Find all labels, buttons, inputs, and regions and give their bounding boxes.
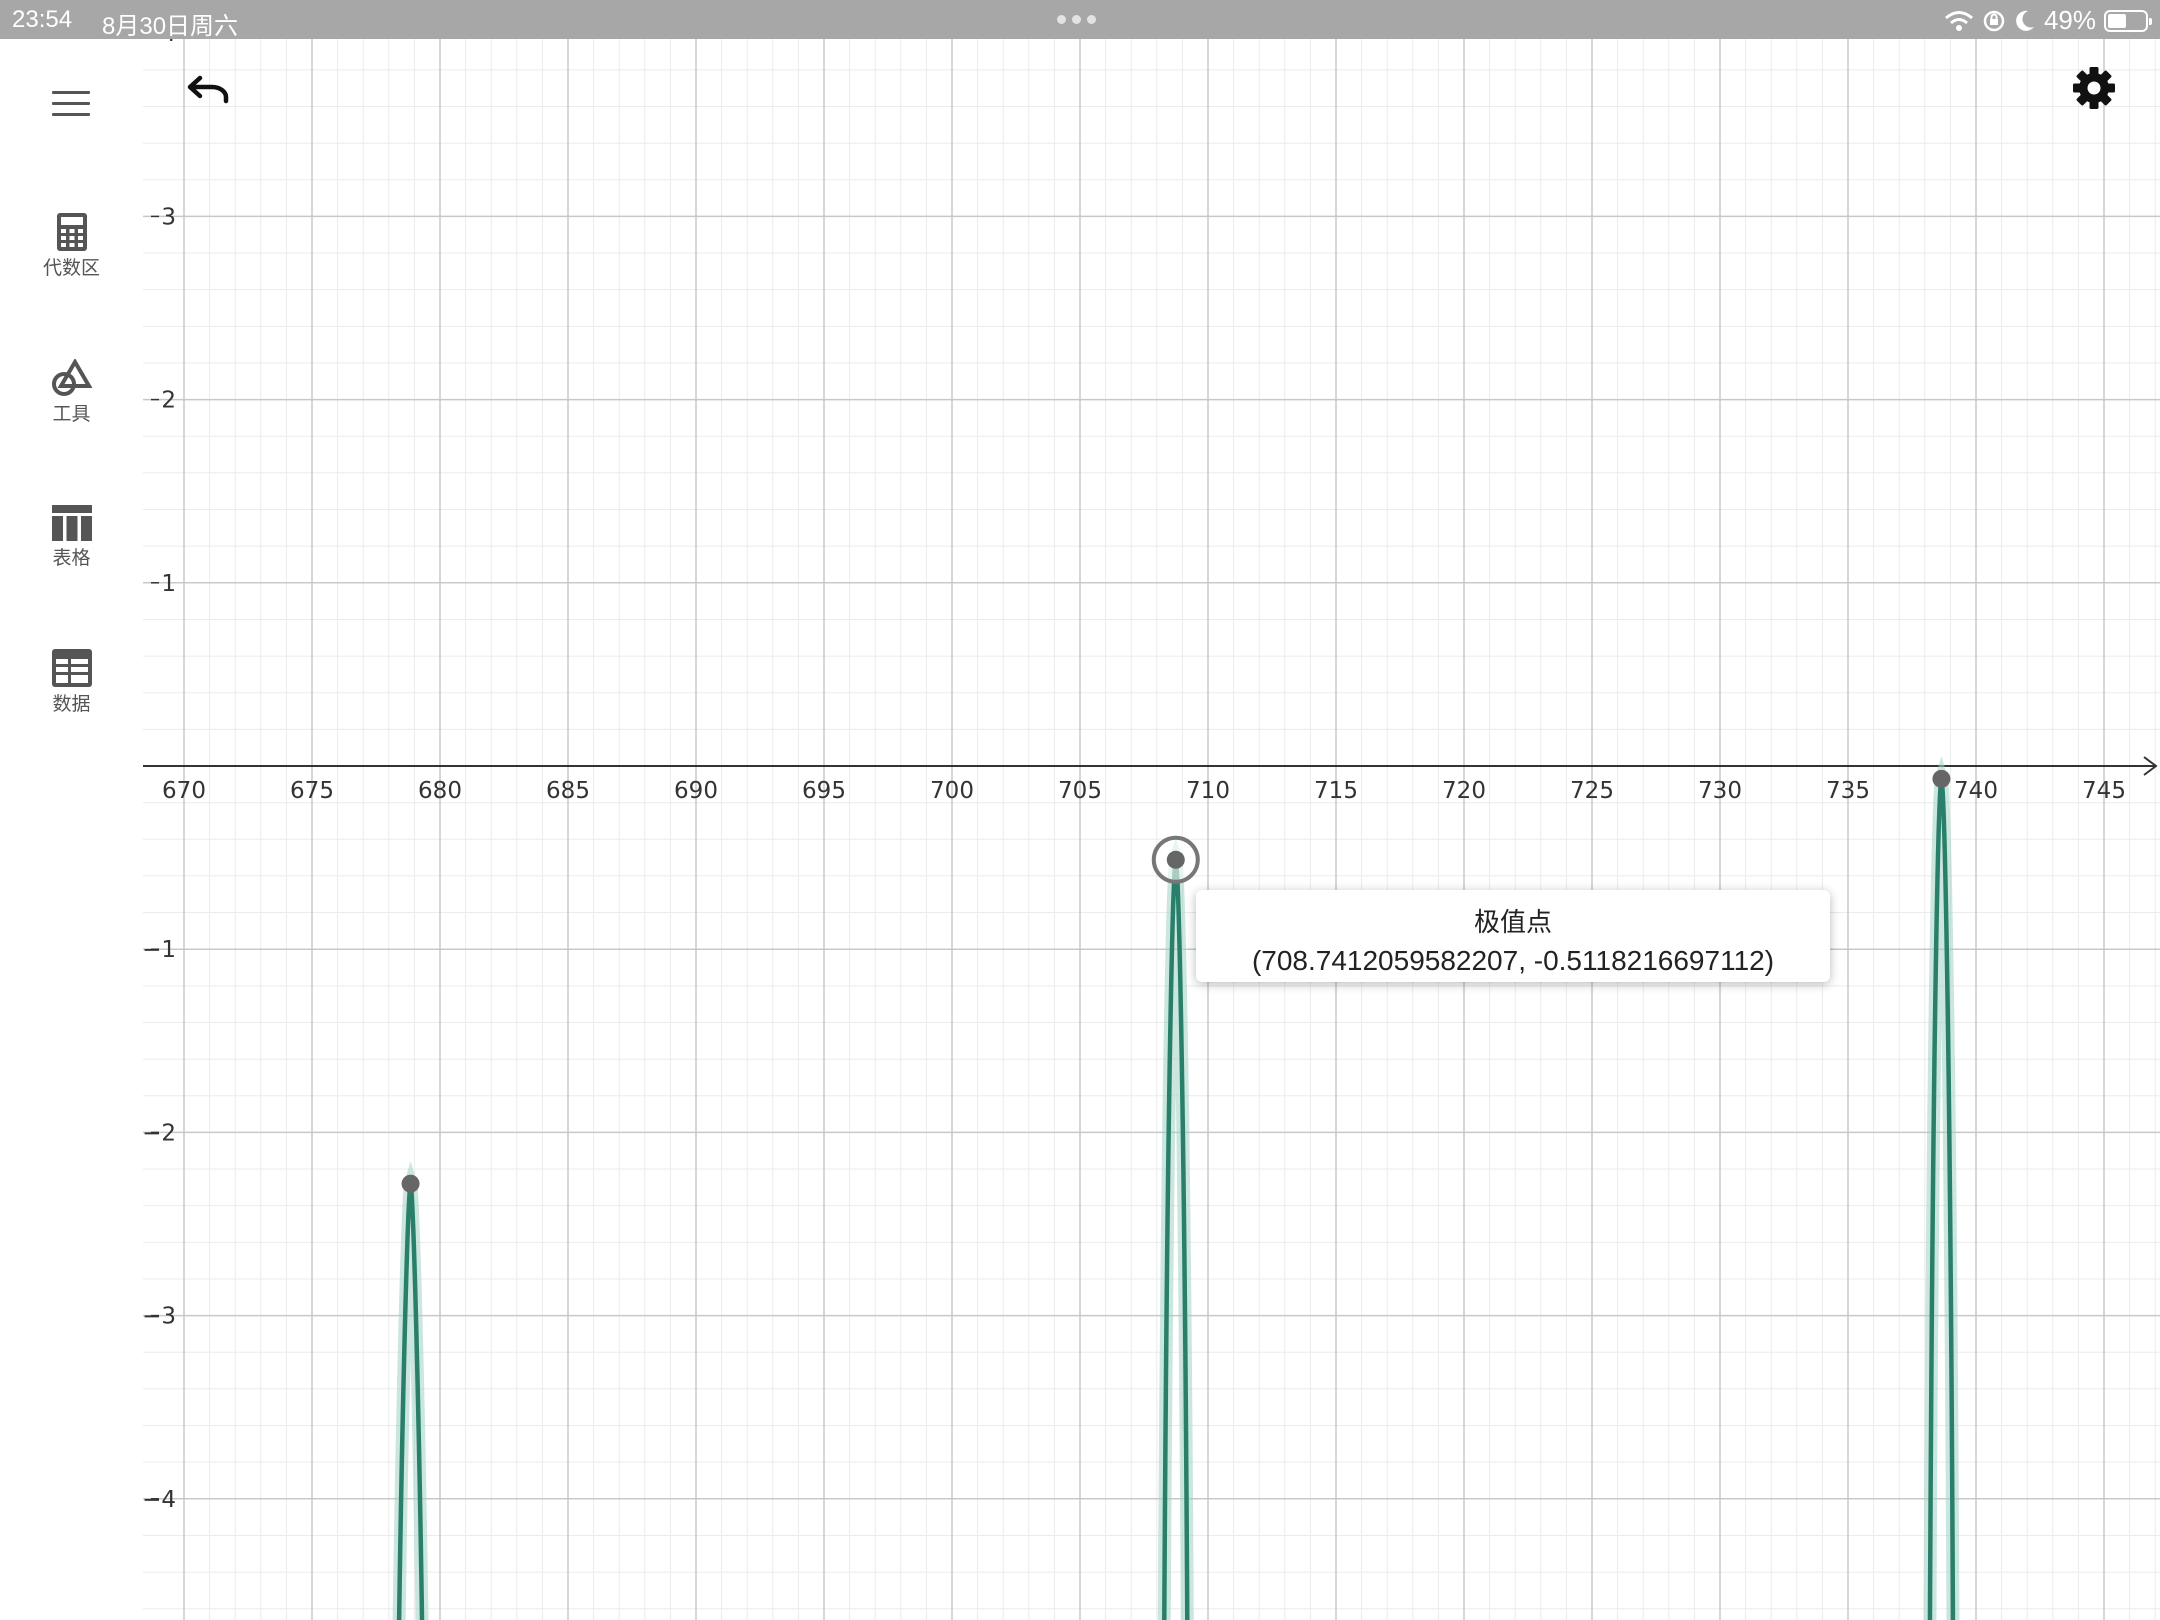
x-tick-label: 710 bbox=[1186, 778, 1230, 804]
x-tick-label: 705 bbox=[1058, 778, 1102, 804]
calculator-icon bbox=[56, 213, 87, 251]
sidebar-item-table[interactable]: 表格 bbox=[0, 505, 143, 570]
status-time: 23:54 bbox=[12, 6, 73, 33]
x-tick-label: 680 bbox=[418, 778, 462, 804]
multitasking-dots-icon[interactable] bbox=[1057, 15, 1096, 24]
y-tick-label: −1 bbox=[142, 937, 176, 963]
sidebar-item-data[interactable]: 数据 bbox=[0, 649, 143, 716]
graph-canvas[interactable]: 670 675 680 685 690 695 700 705 710 715 720 725 730 7… bbox=[0, 0, 2160, 1620]
shapes-icon bbox=[51, 359, 92, 396]
y-tick-label: −4 bbox=[142, 1487, 176, 1513]
x-tick-label: 735 bbox=[1826, 778, 1870, 804]
moon-icon bbox=[2016, 10, 2034, 31]
sidebar-item-label: 工具 bbox=[52, 403, 91, 425]
status-right: 49% bbox=[1944, 5, 2152, 36]
x-tick-label: 720 bbox=[1442, 778, 1486, 804]
menu-button[interactable] bbox=[52, 91, 90, 121]
y-tick-label: 1 bbox=[161, 571, 176, 597]
y-tick-label: 2 bbox=[161, 388, 176, 414]
status-bar: 23:54 8月30日周六 49% bbox=[0, 0, 2160, 40]
x-tick-label: 675 bbox=[290, 778, 334, 804]
sidebar-item-label: 代数区 bbox=[42, 257, 100, 279]
grid bbox=[143, 32, 2160, 1620]
x-tick-label: 725 bbox=[1570, 778, 1614, 804]
sidebar-item-tools[interactable]: 工具 bbox=[0, 359, 143, 426]
x-tick-label: 690 bbox=[674, 778, 718, 804]
wifi-icon bbox=[1944, 10, 1973, 31]
tooltip-title: 极值点 bbox=[1473, 908, 1552, 938]
extremum-point[interactable] bbox=[1932, 769, 1951, 788]
x-tick-label: 700 bbox=[930, 778, 974, 804]
extremum-point[interactable] bbox=[1166, 850, 1185, 869]
x-tick-label: 695 bbox=[802, 778, 846, 804]
x-tick-label: 715 bbox=[1314, 778, 1358, 804]
tooltip-coordinates: (708.7412059582207, -0.5118216697112) bbox=[1251, 945, 1775, 976]
y-tick-label: 3 bbox=[161, 204, 176, 230]
x-tick-label: 745 bbox=[2082, 778, 2126, 804]
battery-icon bbox=[2104, 9, 2152, 32]
sidebar: 代数区 工具 表格 数据 bbox=[0, 39, 143, 1620]
x-tick-label: 740 bbox=[1954, 778, 1998, 804]
x-tick-label: 685 bbox=[546, 778, 590, 804]
spreadsheet-icon bbox=[51, 649, 92, 687]
y-tick-label: −2 bbox=[142, 1120, 176, 1146]
extremum-point[interactable] bbox=[401, 1174, 420, 1193]
rotation-lock-icon bbox=[1983, 10, 2005, 31]
x-tick-label: 670 bbox=[162, 778, 206, 804]
table-icon bbox=[51, 505, 92, 541]
gear-icon[interactable] bbox=[2072, 66, 2116, 110]
undo-icon[interactable] bbox=[186, 70, 232, 110]
axes bbox=[143, 756, 2158, 776]
sidebar-item-algebra[interactable]: 代数区 bbox=[0, 213, 143, 280]
battery-percent: 49% bbox=[2043, 5, 2096, 35]
x-tick-label: 730 bbox=[1698, 778, 1742, 804]
extremum-tooltip: 极值点 (708.7412059582207, -0.5118216697112… bbox=[1196, 890, 1830, 982]
y-tick-label: −3 bbox=[142, 1304, 176, 1330]
status-date: 8月30日周六 bbox=[102, 13, 239, 40]
sidebar-item-label: 数据 bbox=[52, 693, 91, 715]
sidebar-item-label: 表格 bbox=[52, 547, 91, 569]
